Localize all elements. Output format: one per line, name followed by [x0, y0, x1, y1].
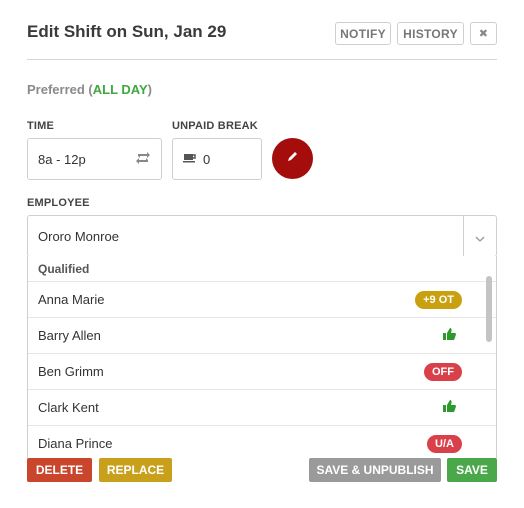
- history-button[interactable]: HISTORY: [397, 22, 464, 45]
- save-button[interactable]: SAVE: [447, 458, 497, 482]
- employee-dropdown[interactable]: Qualified Anna Marie +9 OT Barry Allen B…: [27, 256, 497, 458]
- employee-option[interactable]: Diana Prince U/A: [28, 426, 496, 458]
- edit-time-button[interactable]: [272, 138, 313, 179]
- save-unpublish-button[interactable]: SAVE & UNPUBLISH: [309, 458, 441, 482]
- replace-button[interactable]: REPLACE: [99, 458, 172, 482]
- off-badge: OFF: [424, 362, 462, 381]
- unpaid-break-label: UNPAID BREAK: [172, 120, 258, 132]
- employee-option-name: Diana Prince: [38, 436, 113, 451]
- employee-option-name: Barry Allen: [38, 328, 101, 343]
- preference-value: ALL DAY: [92, 82, 148, 97]
- pencil-icon: [286, 150, 299, 168]
- overtime-badge: +9 OT: [415, 290, 462, 309]
- close-icon: ✖: [478, 28, 489, 40]
- coffee-icon: [183, 152, 197, 167]
- time-label: TIME: [27, 120, 55, 132]
- unpaid-break-field[interactable]: 0: [172, 138, 262, 180]
- thumbs-up-icon: [443, 328, 456, 343]
- chevron-down-icon[interactable]: [475, 231, 485, 246]
- header-divider: [27, 59, 497, 60]
- preference-text: Preferred (ALL DAY): [27, 82, 152, 97]
- employee-option[interactable]: Anna Marie +9 OT: [28, 282, 496, 318]
- unavailable-badge: U/A: [427, 434, 462, 453]
- group-header: Qualified: [28, 256, 496, 282]
- dropdown-scrollbar[interactable]: [486, 276, 492, 342]
- employee-select[interactable]: Ororo Monroe: [27, 215, 497, 257]
- employee-option-name: Clark Kent: [38, 400, 99, 415]
- close-button[interactable]: ✖: [470, 22, 497, 45]
- time-field[interactable]: 8a - 12p: [27, 138, 162, 180]
- employee-option[interactable]: Ben Grimm OFF: [28, 354, 496, 390]
- employee-option[interactable]: Barry Allen: [28, 318, 496, 354]
- employee-option[interactable]: Clark Kent: [28, 390, 496, 426]
- thumbs-up-icon: [443, 400, 456, 415]
- employee-option-name: Anna Marie: [38, 292, 105, 307]
- employee-label: EMPLOYEE: [27, 197, 90, 209]
- delete-button[interactable]: DELETE: [27, 458, 92, 482]
- repeat-icon[interactable]: [135, 151, 151, 168]
- employee-option-name: Ben Grimm: [38, 364, 104, 379]
- employee-selected: Ororo Monroe: [38, 228, 119, 244]
- notify-button[interactable]: NOTIFY: [335, 22, 391, 45]
- modal-title: Edit Shift on Sun, Jan 29: [27, 22, 227, 41]
- unpaid-break-value: 0: [203, 151, 211, 167]
- time-value: 8a - 12p: [38, 151, 86, 167]
- select-divider: [463, 216, 464, 256]
